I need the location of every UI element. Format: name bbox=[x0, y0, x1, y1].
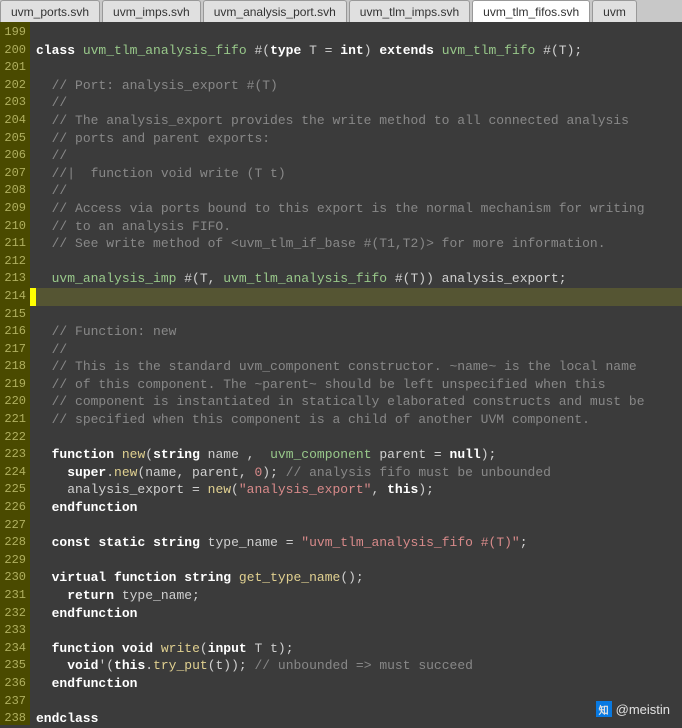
line-number: 208 bbox=[0, 182, 26, 200]
code-line[interactable]: // Function: new bbox=[36, 323, 682, 341]
line-number: 236 bbox=[0, 675, 26, 693]
line-number: 230 bbox=[0, 569, 26, 587]
line-number: 222 bbox=[0, 429, 26, 447]
line-number: 216 bbox=[0, 323, 26, 341]
code-line[interactable]: // See write method of <uvm_tlm_if_base … bbox=[36, 235, 682, 253]
line-number: 232 bbox=[0, 605, 26, 623]
code-line[interactable]: // bbox=[36, 182, 682, 200]
line-number: 231 bbox=[0, 587, 26, 605]
line-number: 206 bbox=[0, 147, 26, 165]
code-line[interactable] bbox=[36, 306, 682, 324]
code-line[interactable] bbox=[36, 288, 682, 306]
line-number: 227 bbox=[0, 517, 26, 535]
line-number: 228 bbox=[0, 534, 26, 552]
tab-uvm_tlm_imps-svh[interactable]: uvm_tlm_imps.svh bbox=[349, 0, 470, 22]
tab-uvm[interactable]: uvm bbox=[592, 0, 637, 22]
code-line[interactable]: // of this component. The ~parent~ shoul… bbox=[36, 376, 682, 394]
code-line[interactable]: analysis_export = new("analysis_export",… bbox=[36, 481, 682, 499]
line-number: 218 bbox=[0, 358, 26, 376]
code-line[interactable]: // This is the standard uvm_component co… bbox=[36, 358, 682, 376]
line-number: 207 bbox=[0, 165, 26, 183]
line-number: 205 bbox=[0, 130, 26, 148]
line-number: 224 bbox=[0, 464, 26, 482]
code-line[interactable] bbox=[36, 59, 682, 77]
line-number: 238 bbox=[0, 710, 26, 728]
line-number: 220 bbox=[0, 393, 26, 411]
watermark: 知 @meistin bbox=[596, 701, 670, 717]
code-line[interactable] bbox=[36, 24, 682, 42]
code-line[interactable]: uvm_analysis_imp #(T, uvm_tlm_analysis_f… bbox=[36, 270, 682, 288]
tab-uvm_imps-svh[interactable]: uvm_imps.svh bbox=[102, 0, 201, 22]
line-number: 223 bbox=[0, 446, 26, 464]
code-line[interactable] bbox=[36, 693, 682, 711]
code-line[interactable]: const static string type_name = "uvm_tlm… bbox=[36, 534, 682, 552]
line-number-gutter: 1992002012022032042052062072082092102112… bbox=[0, 22, 30, 725]
line-number: 214 bbox=[0, 288, 26, 306]
line-number: 225 bbox=[0, 481, 26, 499]
line-number: 233 bbox=[0, 622, 26, 640]
line-number: 201 bbox=[0, 59, 26, 77]
code-line[interactable]: // bbox=[36, 341, 682, 359]
code-line[interactable]: // The analysis_export provides the writ… bbox=[36, 112, 682, 130]
code-line[interactable]: return type_name; bbox=[36, 587, 682, 605]
line-number: 226 bbox=[0, 499, 26, 517]
editor: 1992002012022032042052062072082092102112… bbox=[0, 22, 682, 725]
code-line[interactable] bbox=[36, 253, 682, 271]
code-line[interactable]: endclass bbox=[36, 710, 682, 725]
code-line[interactable]: // component is instantiated in statical… bbox=[36, 393, 682, 411]
code-line[interactable] bbox=[36, 517, 682, 535]
code-line[interactable]: //| function void write (T t) bbox=[36, 165, 682, 183]
code-line[interactable]: // to an analysis FIFO. bbox=[36, 218, 682, 236]
line-number: 217 bbox=[0, 341, 26, 359]
code-line[interactable]: virtual function string get_type_name(); bbox=[36, 569, 682, 587]
code-line[interactable]: endfunction bbox=[36, 605, 682, 623]
code-line[interactable]: class uvm_tlm_analysis_fifo #(type T = i… bbox=[36, 42, 682, 60]
line-number: 212 bbox=[0, 253, 26, 271]
code-line[interactable]: function void write(input T t); bbox=[36, 640, 682, 658]
code-line[interactable]: function new(string name , uvm_component… bbox=[36, 446, 682, 464]
code-line[interactable]: super.new(name, parent, 0); // analysis … bbox=[36, 464, 682, 482]
code-line[interactable]: endfunction bbox=[36, 499, 682, 517]
code-line[interactable]: // ports and parent exports: bbox=[36, 130, 682, 148]
line-number: 229 bbox=[0, 552, 26, 570]
watermark-text: @meistin bbox=[616, 702, 670, 717]
code-line[interactable] bbox=[36, 552, 682, 570]
line-number: 199 bbox=[0, 24, 26, 42]
line-number: 221 bbox=[0, 411, 26, 429]
line-number: 215 bbox=[0, 306, 26, 324]
code-area[interactable]: class uvm_tlm_analysis_fifo #(type T = i… bbox=[30, 22, 682, 725]
line-number: 204 bbox=[0, 112, 26, 130]
code-line[interactable]: endfunction bbox=[36, 675, 682, 693]
code-line[interactable]: // bbox=[36, 94, 682, 112]
line-number: 203 bbox=[0, 94, 26, 112]
line-number: 234 bbox=[0, 640, 26, 658]
tab-uvm_ports-svh[interactable]: uvm_ports.svh bbox=[0, 0, 100, 22]
line-number: 211 bbox=[0, 235, 26, 253]
line-number: 235 bbox=[0, 657, 26, 675]
tab-bar: uvm_ports.svhuvm_imps.svhuvm_analysis_po… bbox=[0, 0, 682, 22]
line-number: 219 bbox=[0, 376, 26, 394]
code-line[interactable]: // Port: analysis_export #(T) bbox=[36, 77, 682, 95]
code-line[interactable] bbox=[36, 622, 682, 640]
tab-uvm_tlm_fifos-svh[interactable]: uvm_tlm_fifos.svh bbox=[472, 0, 590, 22]
code-line[interactable]: // Access via ports bound to this export… bbox=[36, 200, 682, 218]
code-line[interactable]: void'(this.try_put(t)); // unbounded => … bbox=[36, 657, 682, 675]
line-number: 210 bbox=[0, 218, 26, 236]
code-line[interactable]: // bbox=[36, 147, 682, 165]
code-line[interactable] bbox=[36, 429, 682, 447]
line-number: 200 bbox=[0, 42, 26, 60]
line-number: 209 bbox=[0, 200, 26, 218]
tab-uvm_analysis_port-svh[interactable]: uvm_analysis_port.svh bbox=[203, 0, 347, 22]
line-number: 213 bbox=[0, 270, 26, 288]
zhihu-icon: 知 bbox=[596, 701, 612, 717]
line-number: 202 bbox=[0, 77, 26, 95]
code-line[interactable]: // specified when this component is a ch… bbox=[36, 411, 682, 429]
line-number: 237 bbox=[0, 693, 26, 711]
